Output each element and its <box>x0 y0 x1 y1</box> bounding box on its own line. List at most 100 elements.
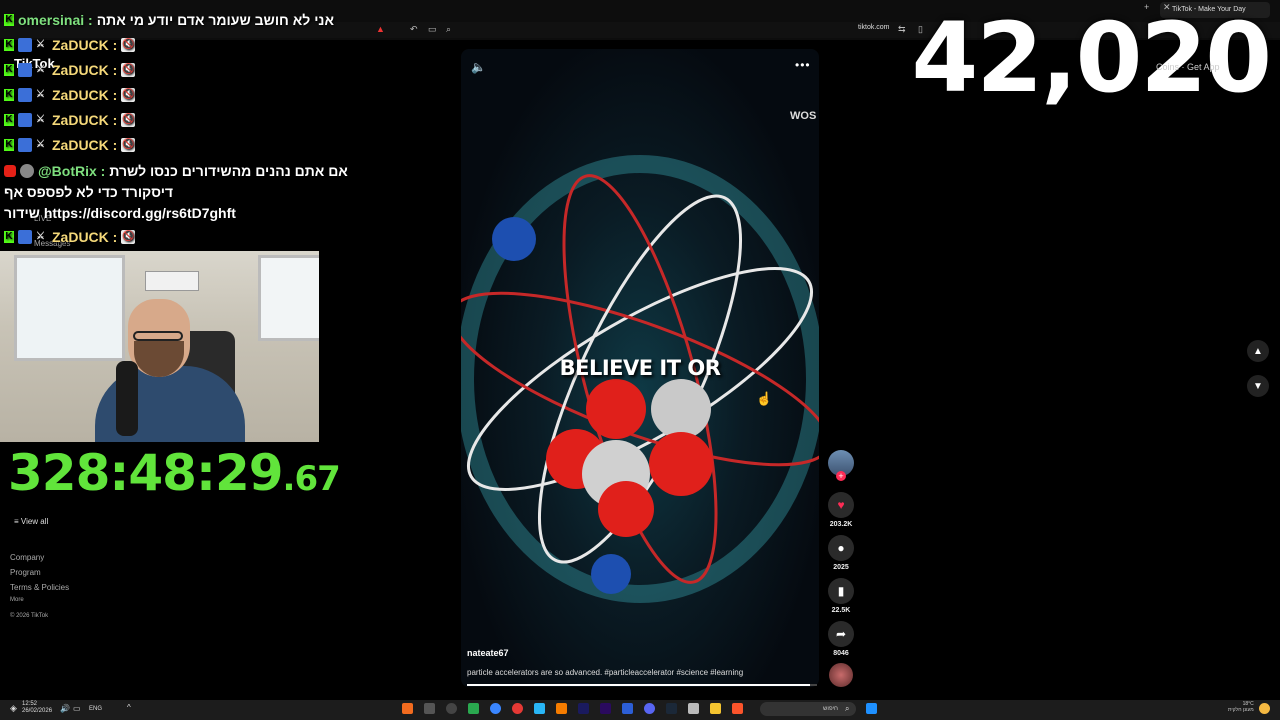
mute-emote-icon: 🔇 <box>121 138 136 152</box>
share-count: 8046 <box>833 650 849 657</box>
list-icon: ≡ <box>14 517 21 526</box>
brave-icon[interactable]: ▲ <box>376 24 385 34</box>
chat-username[interactable]: ZaDUCK : <box>52 112 117 128</box>
follow-plus-icon[interactable]: + <box>836 471 846 481</box>
search-icon: ⌕ <box>845 704 850 713</box>
obs-taskbar-icon[interactable] <box>446 703 457 714</box>
chat-message: K omersinai : אני לא חושב שעומר אדם יודע… <box>4 9 334 31</box>
chat-username[interactable]: ZaDUCK : <box>52 87 117 103</box>
chat-message-continued: שידור https://discord.gg/rs6tD7ghft <box>4 202 236 224</box>
footer-link-terms[interactable]: Terms & Policies <box>10 583 69 592</box>
volume-tray-icon[interactable]: 🔊 <box>60 704 70 713</box>
next-video-button[interactable]: ▼ <box>1247 375 1269 397</box>
kick-badge-icon: K <box>4 231 14 243</box>
comment-icon[interactable]: ● <box>828 535 854 561</box>
chrome-taskbar-icon[interactable] <box>512 703 523 714</box>
tray-overflow-icon[interactable]: ^ <box>127 703 131 712</box>
clock-date: 26/02/2026 <box>22 708 53 714</box>
timer-fraction: .67 <box>282 459 341 499</box>
video-author[interactable]: nateate67 <box>467 648 509 658</box>
video-progress-bar[interactable] <box>467 684 817 686</box>
share-action[interactable]: ➦ 8046 <box>828 621 854 657</box>
chat-username[interactable]: ZaDUCK : <box>52 137 117 153</box>
chat-username[interactable]: ZaDUCK : <box>52 62 117 78</box>
calendar-taskbar-icon[interactable] <box>688 703 699 714</box>
video-caption: BELIEVE IT OR <box>559 356 721 380</box>
bookmark-save-icon[interactable]: ▮ <box>828 578 854 604</box>
chat-message-continued: דיסקורד כדי לא לפספס אף <box>4 181 173 203</box>
app-taskbar-icon[interactable] <box>622 703 633 714</box>
mute-emote-icon: 🔇 <box>121 88 136 102</box>
kick-badge-icon: K <box>4 89 14 101</box>
after-effects-taskbar-icon[interactable] <box>578 703 589 714</box>
premiere-taskbar-icon[interactable] <box>600 703 611 714</box>
extension-icon[interactable]: ↶ <box>410 24 418 35</box>
url-text[interactable]: tiktok.com <box>858 24 890 31</box>
edge-taskbar-icon[interactable] <box>490 703 501 714</box>
firefox-taskbar-icon[interactable] <box>402 703 413 714</box>
previous-video-button[interactable]: ▲ <box>1247 340 1269 362</box>
heart-icon[interactable]: ♥ <box>828 492 854 518</box>
weather-widget[interactable]: 18°C מעונן חלקית <box>1228 701 1254 713</box>
music-disc-icon[interactable] <box>829 663 853 687</box>
chat-username[interactable]: ZaDUCK : <box>52 229 117 245</box>
like-action[interactable]: ♥ 203.2K <box>828 492 854 528</box>
translate-icon[interactable]: ⇆ <box>898 24 906 35</box>
microphone <box>116 361 138 436</box>
store-taskbar-icon[interactable] <box>534 703 545 714</box>
more-options-icon[interactable]: ••• <box>795 58 811 72</box>
chat-message: K ⚔ ZaDUCK : 🔇 <box>4 226 136 248</box>
taskbar-search[interactable]: חיפוש <box>760 702 856 716</box>
view-all-link[interactable]: ≡ View all <box>14 517 48 526</box>
app-taskbar-icon[interactable] <box>556 703 567 714</box>
webcam-feed <box>0 251 319 442</box>
chat-link-text[interactable]: שידור https://discord.gg/rs6tD7ghft <box>4 205 236 221</box>
subscriber-badge-icon <box>18 138 32 152</box>
chevron-up-icon: ▲ <box>1253 345 1263 357</box>
weather-desc: מעונן חלקית <box>1228 707 1254 713</box>
screenshot-icon[interactable]: ▭ <box>428 24 437 35</box>
bot-avatar-icon <box>20 164 34 178</box>
sword-badge-icon: ⚔ <box>36 231 45 242</box>
sword-badge-icon: ⚔ <box>36 114 45 125</box>
chat-text: אני לא חושב שעומר אדם יודע מי אתה <box>96 12 335 28</box>
file-explorer-taskbar-icon[interactable] <box>710 703 721 714</box>
mute-emote-icon: 🔇 <box>121 230 136 244</box>
coins-label: Coins · Get App <box>1156 62 1220 72</box>
sword-badge-icon: ⚔ <box>36 139 45 150</box>
network-tray-icon[interactable]: ▭ <box>73 704 81 713</box>
search-icon[interactable]: ⌕ <box>446 24 451 35</box>
volume-icon[interactable]: 🔈 <box>471 60 486 74</box>
video-description: particle accelerators are so advanced. #… <box>467 668 744 677</box>
app-taskbar-icon[interactable] <box>424 703 435 714</box>
subscriber-badge-icon <box>18 88 32 102</box>
footer-link-more[interactable]: More <box>10 597 24 603</box>
taskbar-clock[interactable]: 12:52 26/02/2026 <box>22 701 52 715</box>
footer-link-program[interactable]: Program <box>10 568 41 577</box>
chat-username[interactable]: omersinai : <box>18 12 93 28</box>
viewer-count: 42,020 <box>911 2 1272 114</box>
comment-count: 2025 <box>833 564 849 571</box>
notification-icon[interactable]: ◈ <box>10 703 17 714</box>
like-count: 203.2K <box>829 521 853 528</box>
subscriber-badge-icon <box>18 230 32 244</box>
timer-main: 328:48:29 <box>8 444 284 502</box>
discord-taskbar-icon[interactable] <box>644 703 655 714</box>
share-icon[interactable]: ➦ <box>828 621 854 647</box>
chat-username[interactable]: @BotRix : <box>38 163 105 179</box>
mute-emote-icon: 🔇 <box>121 113 136 127</box>
footer-link-company[interactable]: Company <box>10 553 44 562</box>
save-action[interactable]: ▮ 22.5K <box>828 578 854 614</box>
comment-action[interactable]: ● 2025 <box>828 535 854 571</box>
chat-message: K ⚔ ZaDUCK : 🔇 <box>4 134 136 156</box>
brave-taskbar-icon[interactable] <box>732 703 743 714</box>
chat-text: דיסקורד כדי לא לפספס אף <box>4 184 174 200</box>
steam-taskbar-icon[interactable] <box>666 703 677 714</box>
weather-icon <box>1259 703 1270 714</box>
windows-start-icon[interactable] <box>866 703 877 714</box>
windows-taskbar <box>0 700 1280 720</box>
drive-taskbar-icon[interactable] <box>468 703 479 714</box>
language-indicator[interactable]: ENG <box>89 706 102 712</box>
chat-username[interactable]: ZaDUCK : <box>52 37 117 53</box>
sword-badge-icon: ⚔ <box>36 89 45 100</box>
